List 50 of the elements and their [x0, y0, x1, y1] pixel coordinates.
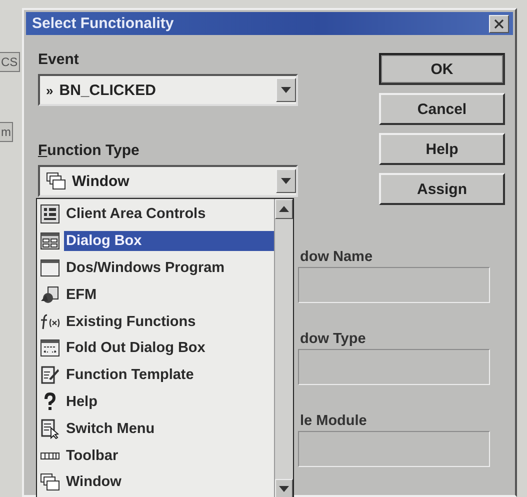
list-item[interactable]: EFM — [64, 284, 99, 305]
event-value: BN_CLICKED — [59, 82, 157, 98]
scrollbar[interactable] — [274, 199, 293, 497]
marker-glyph: » — [46, 82, 54, 98]
list-item[interactable]: Toolbar — [64, 446, 120, 466]
function-type-label: Function Type — [38, 142, 140, 159]
input-field[interactable] — [298, 431, 490, 467]
list-item[interactable]: Switch Menu — [64, 418, 157, 439]
caret-icon — [281, 87, 291, 93]
event-dropdown[interactable]: » BN_CLICKED — [38, 74, 298, 106]
list-item[interactable]: Dos/Windows Program — [64, 258, 227, 278]
field-label: dow Type — [300, 331, 367, 347]
input-field[interactable] — [298, 267, 490, 303]
list-item[interactable]: Existing Functions — [64, 312, 198, 332]
field-label: le Module — [300, 413, 368, 429]
window-title: Select Functionality — [32, 15, 174, 32]
dialog-icon — [40, 231, 60, 252]
close-button[interactable] — [489, 14, 509, 32]
up-arrow-icon — [279, 206, 289, 212]
dialog-button[interactable]: OK — [379, 53, 505, 85]
function-type-dropdown[interactable]: Window — [38, 165, 298, 197]
list-item[interactable]: Window — [64, 472, 124, 492]
list-item[interactable]: Help — [64, 392, 100, 412]
dropdown-arrow-button[interactable] — [276, 169, 296, 193]
list-item[interactable]: Function Template — [64, 365, 196, 386]
dropdown-arrow-button[interactable] — [276, 78, 296, 102]
windows-icon — [40, 473, 60, 492]
caret-icon — [281, 178, 291, 184]
menu-cursor-icon — [40, 418, 60, 439]
down-arrow-icon — [279, 486, 289, 492]
disk-icon — [40, 284, 60, 305]
field-label: dow Name — [300, 249, 374, 265]
scroll-down-button[interactable] — [275, 479, 293, 497]
function-type-value: Window — [72, 172, 130, 190]
function-icon — [40, 312, 60, 332]
document-pen-icon — [40, 365, 60, 386]
windows-icon — [46, 172, 66, 190]
input-field[interactable] — [298, 349, 490, 385]
dialog-button[interactable]: Help — [379, 133, 505, 165]
dialog-button[interactable]: Cancel — [379, 93, 505, 125]
event-label: Event — [38, 51, 79, 68]
list-item[interactable]: Client Area Controls — [64, 204, 208, 224]
panel-icon — [40, 204, 60, 224]
scroll-up-button[interactable] — [275, 199, 293, 219]
dialog-button[interactable]: Assign — [379, 173, 505, 205]
list-item[interactable]: Fold Out Dialog Box — [64, 338, 208, 358]
fold-out-icon — [40, 338, 60, 358]
window-icon — [40, 258, 60, 278]
close-icon — [494, 18, 504, 28]
list-item[interactable]: Dialog Box — [64, 231, 274, 252]
